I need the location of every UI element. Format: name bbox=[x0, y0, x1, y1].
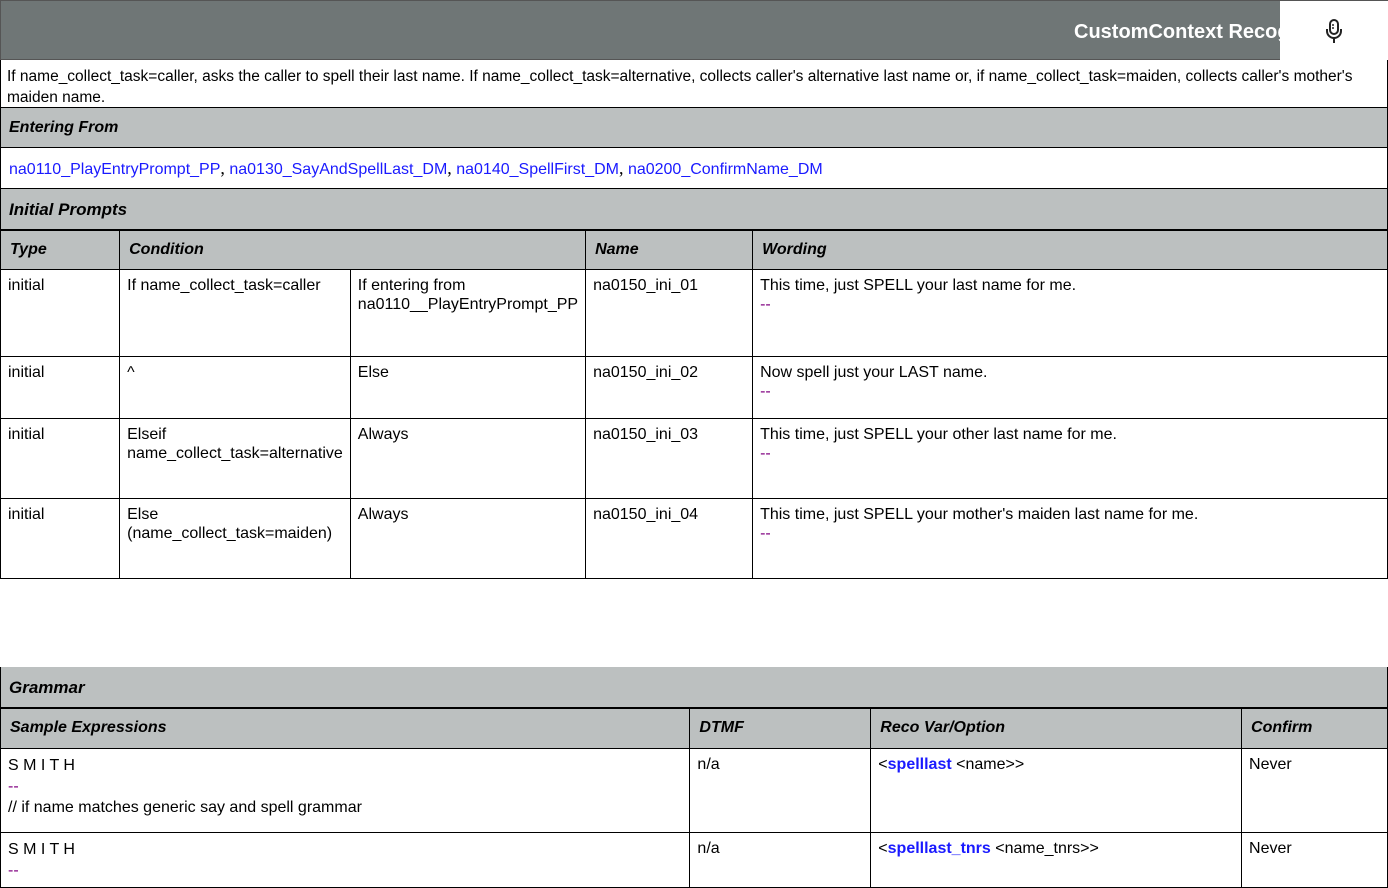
reco-var-link[interactable]: spelllast bbox=[888, 756, 952, 773]
grammar-sample: S M I T H -- // if name matches generic … bbox=[0, 748, 691, 833]
grammar-table: Sample Expressions DTMF Reco Var/Option … bbox=[0, 708, 1388, 888]
initial-prompts-header: Initial Prompts bbox=[0, 189, 1388, 230]
col-name: Name bbox=[585, 230, 754, 270]
prompt-row: initial Elseif name_collect_task=alterna… bbox=[0, 418, 1388, 499]
prompt-condition: Else (name_collect_task=maiden) bbox=[119, 498, 351, 579]
grammar-reco: <spelllast <name>> bbox=[870, 748, 1243, 833]
prompt-type: initial bbox=[0, 269, 121, 357]
col-type: Type bbox=[0, 230, 121, 270]
grammar-confirm: Never bbox=[1241, 832, 1388, 888]
prompt-row: initial Else (name_collect_task=maiden) … bbox=[0, 498, 1388, 579]
link-na0110[interactable]: na0110_PlayEntryPrompt_PP bbox=[9, 161, 220, 178]
col-condition: Condition bbox=[119, 230, 587, 270]
grammar-confirm: Never bbox=[1241, 748, 1388, 833]
prompt-type: initial bbox=[0, 498, 121, 579]
link-na0200[interactable]: na0200_ConfirmName_DM bbox=[628, 161, 823, 178]
prompt-wording: This time, just SPELL your other last na… bbox=[752, 418, 1388, 499]
grammar-row: S M I T H -- n/a <spelllast_tnrs <name_t… bbox=[0, 832, 1388, 888]
grammar-reco: <spelllast_tnrs <name_tnrs>> bbox=[870, 832, 1243, 888]
prompt-wording: Now spell just your LAST name. -- bbox=[752, 356, 1388, 419]
prompt-row: initial ^ Else na0150_ini_02 Now spell j… bbox=[0, 356, 1388, 419]
prompt-condition: If name_collect_task=caller bbox=[119, 269, 351, 357]
col-wording: Wording bbox=[752, 230, 1388, 270]
prompt-wording: This time, just SPELL your last name for… bbox=[752, 269, 1388, 357]
reco-var-link[interactable]: spelllast_tnrs bbox=[888, 840, 991, 857]
link-na0140[interactable]: na0140_SpellFirst_DM bbox=[456, 161, 619, 178]
initial-prompts-table: Type Condition Name Wording initial If n… bbox=[0, 230, 1388, 579]
prompt-subcondition: Always bbox=[349, 418, 587, 499]
entering-from-header: Entering From bbox=[0, 108, 1388, 148]
grammar-header: Grammar bbox=[0, 667, 1388, 708]
prompt-name: na0150_ini_03 bbox=[585, 418, 754, 499]
entering-from-links: na0110_PlayEntryPrompt_PP, na0130_SayAnd… bbox=[0, 148, 1388, 189]
prompt-type: initial bbox=[0, 418, 121, 499]
prompt-row: initial If name_collect_task=caller If e… bbox=[0, 269, 1388, 357]
grammar-row: S M I T H -- // if name matches generic … bbox=[0, 748, 1388, 833]
link-na0130[interactable]: na0130_SayAndSpellLast_DM bbox=[229, 161, 447, 178]
prompt-name: na0150_ini_01 bbox=[585, 269, 754, 357]
prompt-subcondition: If entering from na0110__PlayEntryPrompt… bbox=[349, 269, 587, 357]
prompt-name: na0150_ini_02 bbox=[585, 356, 754, 419]
prompt-wording: This time, just SPELL your mother's maid… bbox=[752, 498, 1388, 579]
prompt-condition: Elseif name_collect_task=alternative bbox=[119, 418, 351, 499]
grammar-dtmf: n/a bbox=[689, 748, 872, 833]
prompt-name: na0150_ini_04 bbox=[585, 498, 754, 579]
header-bar: CustomContext Recognition bbox=[0, 0, 1388, 61]
description: If name_collect_task=caller, asks the ca… bbox=[0, 60, 1388, 108]
col-confirm: Confirm bbox=[1241, 708, 1388, 749]
grammar-dtmf: n/a bbox=[689, 832, 872, 888]
col-reco-var: Reco Var/Option bbox=[870, 708, 1243, 749]
prompt-condition: ^ bbox=[119, 356, 351, 419]
prompt-type: initial bbox=[0, 356, 121, 419]
col-dtmf: DTMF bbox=[689, 708, 872, 749]
microphone-icon bbox=[1326, 19, 1342, 43]
header-icon-cell bbox=[1280, 1, 1388, 61]
prompt-subcondition: Always bbox=[349, 498, 587, 579]
col-sample-expressions: Sample Expressions bbox=[0, 708, 691, 749]
prompt-subcondition: Else bbox=[349, 356, 587, 419]
grammar-sample: S M I T H -- bbox=[0, 832, 691, 888]
